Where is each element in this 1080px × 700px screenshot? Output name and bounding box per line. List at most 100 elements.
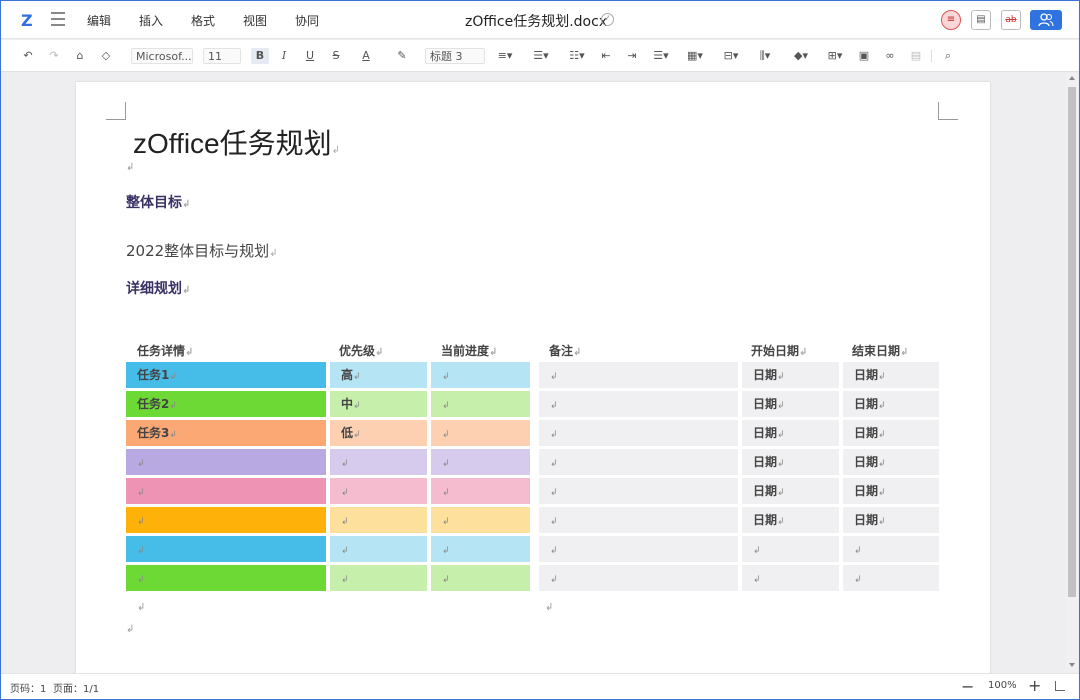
start-date-cell[interactable]: 日期↲ [742, 449, 839, 475]
task-cell[interactable]: ↲ [126, 507, 326, 533]
progress-cell[interactable]: ↲ [431, 536, 530, 562]
zoom-in-button[interactable]: + [1028, 676, 1041, 695]
priority-cell[interactable]: 低↲ [330, 420, 427, 446]
outline-icon[interactable]: ≡ [941, 10, 961, 30]
notes-cell[interactable]: ↲ [539, 362, 738, 388]
start-date-cell[interactable]: ↲ [742, 536, 839, 562]
font-name-select[interactable]: Microsof... [131, 48, 193, 64]
priority-cell[interactable]: 高↲ [330, 362, 427, 388]
numbered-list-icon[interactable]: ☷▾ [565, 48, 589, 64]
start-date-cell[interactable]: 日期↲ [742, 507, 839, 533]
priority-cell[interactable]: ↲ [330, 449, 427, 475]
goals-body-text[interactable]: 2022整体目标与规划↲ [126, 240, 278, 261]
share-users-button[interactable] [1030, 10, 1062, 30]
scroll-up-arrow[interactable] [1069, 76, 1075, 80]
menu-view[interactable]: 视图 [243, 12, 267, 29]
notes-cell[interactable]: ↲ [539, 565, 738, 591]
task-cell[interactable]: ↲ [126, 565, 326, 591]
line-spacing-icon[interactable]: ☰▾ [649, 48, 673, 64]
app-logo[interactable]: Z [21, 11, 39, 30]
menu-insert[interactable]: 插入 [139, 12, 163, 29]
notes-cell[interactable]: ↲ [539, 449, 738, 475]
zoom-level[interactable]: 100% [988, 680, 1017, 691]
redo-icon[interactable]: ↷ [47, 48, 61, 64]
strikethrough-button[interactable]: S [329, 48, 343, 64]
task-cell[interactable]: ↲ [126, 449, 326, 475]
search-icon[interactable]: ⌕ [941, 48, 955, 64]
end-date-cell[interactable]: ↲ [843, 565, 939, 591]
priority-cell[interactable]: ↲ [330, 507, 427, 533]
fit-page-icon[interactable] [1055, 681, 1065, 691]
outdent-icon[interactable]: ⇤ [599, 48, 613, 64]
document-title[interactable]: zOffice任务规划.docx [465, 11, 607, 31]
task-cell[interactable]: ↲ [126, 478, 326, 504]
menu-edit[interactable]: 编辑 [87, 12, 111, 29]
progress-cell[interactable]: ↲ [431, 507, 530, 533]
end-date-cell[interactable]: 日期↲ [843, 362, 939, 388]
end-date-cell[interactable]: 日期↲ [843, 507, 939, 533]
task-cell[interactable]: ↲ [126, 536, 326, 562]
progress-cell[interactable]: ↲ [431, 478, 530, 504]
notes-cell[interactable]: ↲ [539, 391, 738, 417]
end-date-cell[interactable]: 日期↲ [843, 391, 939, 417]
comment-insert-icon[interactable]: ▤ [909, 48, 923, 64]
font-size-select[interactable]: 11 [203, 48, 241, 64]
track-changes-button[interactable]: ab [1001, 10, 1021, 30]
underline-button[interactable]: U [303, 48, 317, 64]
menu-icon[interactable] [51, 12, 65, 26]
progress-cell[interactable]: ↲ [431, 449, 530, 475]
align-icon[interactable]: ≡▾ [493, 48, 517, 64]
link-icon[interactable]: ∞ [883, 48, 897, 64]
italic-button[interactable]: I [277, 48, 291, 64]
progress-cell[interactable]: ↲ [431, 391, 530, 417]
menu-collab[interactable]: 协同 [295, 12, 319, 29]
notes-cell[interactable]: ↲ [539, 420, 738, 446]
task-cell[interactable]: 任务1↲ [126, 362, 326, 388]
font-color-button[interactable]: A [355, 48, 377, 64]
border-icon[interactable]: ⊞▾ [823, 48, 847, 64]
document-page[interactable]: zOffice任务规划↲ ↲ 整体目标↲ 2022整体目标与规划↲ 详细规划↲ … [76, 82, 990, 682]
start-date-cell[interactable]: 日期↲ [742, 391, 839, 417]
progress-cell[interactable]: ↲ [431, 420, 530, 446]
priority-cell[interactable]: ↲ [330, 565, 427, 591]
end-date-cell[interactable]: 日期↲ [843, 478, 939, 504]
task-cell[interactable]: 任务3↲ [126, 420, 326, 446]
start-date-cell[interactable]: 日期↲ [742, 420, 839, 446]
end-date-cell[interactable]: 日期↲ [843, 420, 939, 446]
format-painter-icon[interactable]: ⌂ [73, 48, 87, 64]
progress-cell[interactable]: ↲ [431, 362, 530, 388]
notes-cell[interactable]: ↲ [539, 536, 738, 562]
cell-fill-icon[interactable]: ◆▾ [789, 48, 813, 64]
table-icon[interactable]: ▦▾ [683, 48, 707, 64]
priority-cell[interactable]: ↲ [330, 478, 427, 504]
section-heading-plan[interactable]: 详细规划↲ [126, 278, 190, 298]
bold-button[interactable]: B [251, 48, 269, 64]
progress-cell[interactable]: ↲ [431, 565, 530, 591]
menu-format[interactable]: 格式 [191, 12, 215, 29]
task-cell[interactable]: 任务2↲ [126, 391, 326, 417]
start-date-cell[interactable]: 日期↲ [742, 478, 839, 504]
comment-icon[interactable]: ▤ [971, 10, 991, 30]
document-heading[interactable]: zOffice任务规划↲ [133, 122, 340, 162]
clear-format-icon[interactable]: ◇ [99, 48, 113, 64]
section-heading-goals[interactable]: 整体目标↲ [126, 192, 190, 212]
priority-cell[interactable]: ↲ [330, 536, 427, 562]
start-date-cell[interactable]: ↲ [742, 565, 839, 591]
zoom-out-button[interactable]: − [961, 677, 974, 696]
image-icon[interactable]: ▣ [857, 48, 871, 64]
column-insert-icon[interactable]: ⫼▾ [753, 48, 777, 64]
scroll-thumb[interactable] [1068, 87, 1076, 597]
notes-cell[interactable]: ↲ [539, 478, 738, 504]
row-insert-icon[interactable]: ⊟▾ [719, 48, 743, 64]
priority-cell[interactable]: 中↲ [330, 391, 427, 417]
scroll-down-arrow[interactable] [1069, 663, 1075, 667]
highlight-icon[interactable]: ✎ [391, 48, 413, 64]
end-date-cell[interactable]: 日期↲ [843, 449, 939, 475]
end-date-cell[interactable]: ↲ [843, 536, 939, 562]
notes-cell[interactable]: ↲ [539, 507, 738, 533]
indent-icon[interactable]: ⇥ [625, 48, 639, 64]
vertical-scrollbar[interactable] [1066, 73, 1078, 673]
paragraph-style-select[interactable]: 标题 3 [425, 48, 485, 64]
bullet-list-icon[interactable]: ☰▾ [529, 48, 553, 64]
undo-icon[interactable]: ↶ [21, 48, 35, 64]
